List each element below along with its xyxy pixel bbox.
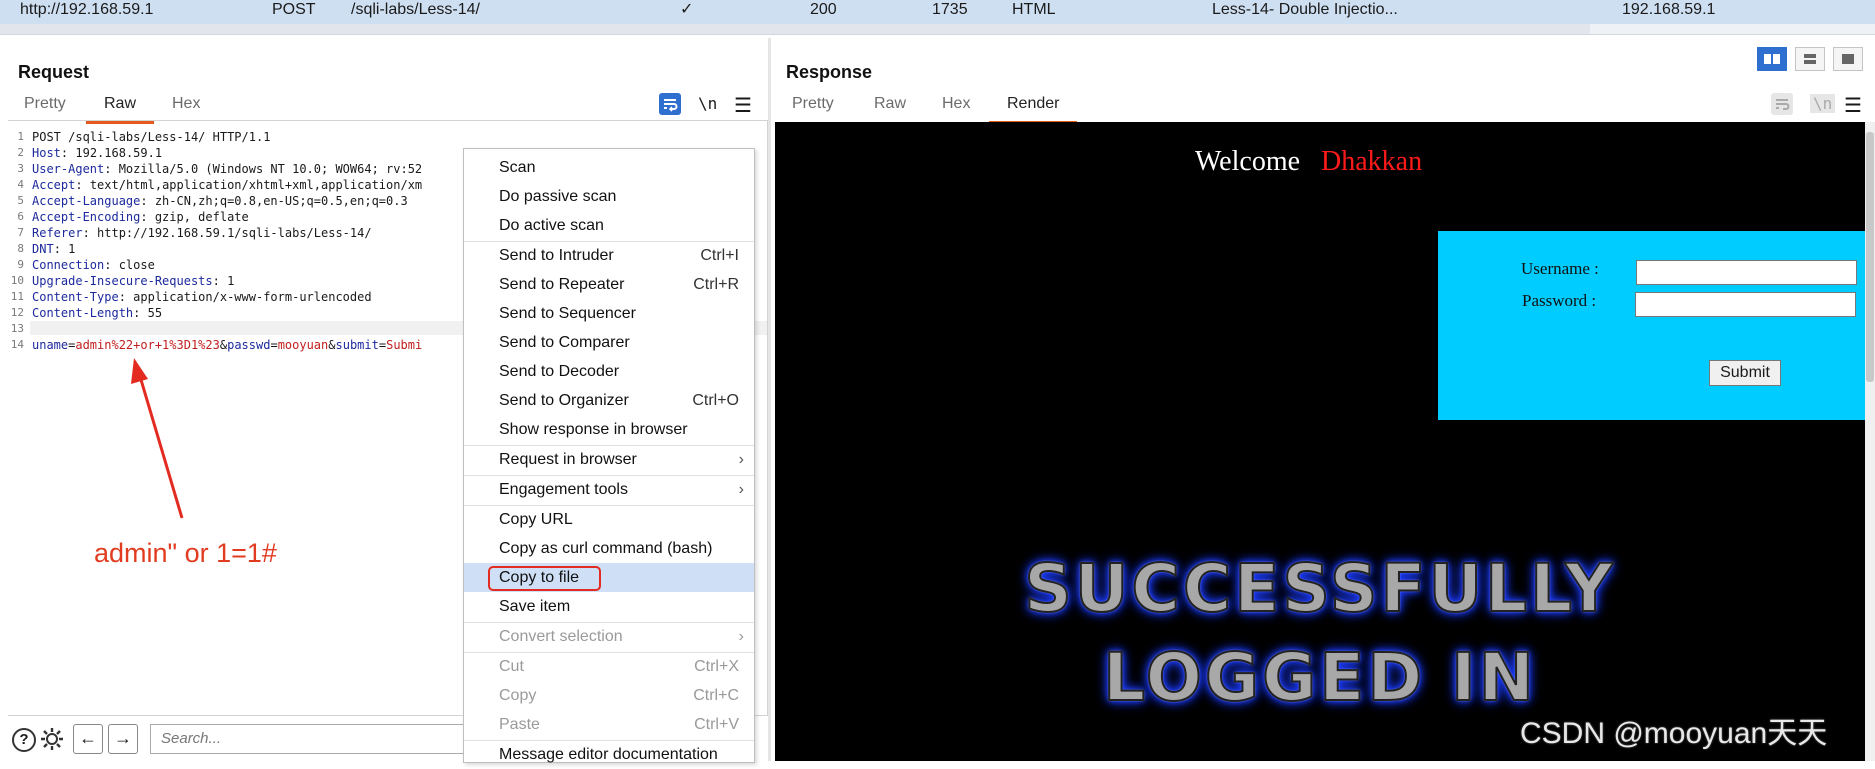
history-params-check: ✓	[680, 1, 694, 18]
username-label: Username :	[1521, 259, 1599, 278]
response-scrollbar-thumb[interactable]	[1866, 132, 1874, 382]
menu-item-label: Copy as curl command (bash)	[499, 540, 713, 557]
menu-item-cut[interactable]: Cut Ctrl+X	[464, 652, 754, 681]
menu-item-do-passive-scan[interactable]: Do passive scan	[464, 182, 754, 211]
password-field[interactable]	[1635, 292, 1856, 317]
menu-item-label: Do passive scan	[499, 188, 617, 205]
forward-icon[interactable]: →	[108, 724, 138, 754]
menu-icon[interactable]: ☰	[1844, 93, 1862, 118]
chevron-right-icon: ›	[738, 481, 744, 498]
back-icon[interactable]: ←	[73, 724, 103, 754]
response-title: Response	[786, 62, 873, 82]
menu-item-send-to-decoder[interactable]: Send to Decoder	[464, 357, 754, 386]
menu-item-label: Copy URL	[499, 511, 573, 528]
menu-item-label: Do active scan	[499, 217, 604, 234]
menu-item-label: Engagement tools	[499, 481, 628, 498]
welcome-heading: Welcome Dhakkan	[1195, 146, 1422, 178]
panel-divider[interactable]	[768, 38, 771, 761]
menu-item-label: Send to Decoder	[499, 363, 620, 380]
menu-item-send-to-intruder[interactable]: Send to Intruder Ctrl+I	[464, 241, 754, 270]
menu-item-engagement-tools[interactable]: Engagement tools ›	[464, 475, 754, 504]
menu-item-label: Send to Comparer	[499, 334, 630, 351]
history-status: 200	[810, 1, 837, 18]
menu-item-send-to-repeater[interactable]: Send to Repeater Ctrl+R	[464, 270, 754, 299]
menu-item-label: Send to Organizer	[499, 392, 629, 409]
menu-item-label: Request in browser	[499, 451, 637, 468]
menu-item-label: Send to Intruder	[499, 247, 614, 264]
menu-item-shortcut: Ctrl+I	[700, 247, 739, 264]
menu-item-shortcut: Ctrl+C	[693, 687, 739, 704]
menu-item-show-response-in-browser[interactable]: Show response in browser	[464, 415, 754, 444]
menu-item-label: Copy	[499, 687, 537, 704]
search-input[interactable]: Search...	[150, 724, 468, 754]
success-line-2: LOGGED IN	[1102, 638, 1537, 717]
menu-item-copy-to-file[interactable]: Copy to file	[464, 563, 754, 592]
menu-item-label: Send to Sequencer	[499, 305, 636, 322]
login-form: Username : Password : Submit	[1438, 231, 1865, 420]
tab-response-pretty[interactable]: Pretty	[792, 95, 834, 113]
welcome-user: Dhakkan	[1321, 146, 1423, 177]
annotation-arrow	[131, 358, 184, 519]
menu-item-label: Cut	[499, 658, 524, 675]
menu-item-label: Paste	[499, 716, 540, 733]
menu-item-paste[interactable]: Paste Ctrl+V	[464, 710, 754, 739]
menu-item-send-to-comparer[interactable]: Send to Comparer	[464, 328, 754, 357]
menu-item-label: Show response in browser	[499, 421, 688, 438]
menu-item-shortcut: Ctrl+X	[694, 658, 739, 675]
menu-item-copy-as-curl-command-bash[interactable]: Copy as curl command (bash)	[464, 534, 754, 563]
password-label: Password :	[1522, 291, 1597, 310]
annotation-text: admin" or 1=1#	[94, 538, 277, 568]
menu-item-copy-url[interactable]: Copy URL	[464, 505, 754, 534]
menu-item-message-editor-documentation[interactable]: Message editor documentation	[464, 740, 754, 769]
split-vertical-icon[interactable]	[1795, 47, 1825, 71]
menu-item-label: Scan	[499, 159, 536, 176]
menu-item-do-active-scan[interactable]: Do active scan	[464, 211, 754, 240]
wrap-lines-icon[interactable]	[659, 93, 681, 115]
tab-response-raw[interactable]: Raw	[874, 95, 906, 113]
newline-toggle-icon[interactable]: \n	[1810, 94, 1836, 113]
history-length: 1735	[932, 1, 968, 18]
help-icon[interactable]: ?	[12, 728, 36, 752]
split-horizontal-icon[interactable]	[1757, 47, 1787, 71]
context-menu: Scan Do passive scan Do active scan Send to…	[463, 148, 755, 763]
submit-button[interactable]: Submit	[1709, 360, 1781, 386]
history-mime: HTML	[1012, 1, 1056, 18]
menu-item-scan[interactable]: Scan	[464, 153, 754, 182]
gear-icon[interactable]	[38, 725, 66, 753]
success-line-1: SUCCESSFULLY	[1023, 549, 1616, 628]
menu-item-shortcut: Ctrl+O	[692, 392, 739, 409]
menu-item-save-item[interactable]: Save item	[464, 592, 754, 621]
menu-item-shortcut: Ctrl+V	[694, 716, 739, 733]
menu-item-copy[interactable]: Copy Ctrl+C	[464, 681, 754, 710]
menu-item-send-to-sequencer[interactable]: Send to Sequencer	[464, 299, 754, 328]
menu-item-label: Convert selection	[499, 628, 623, 645]
wrap-lines-icon[interactable]	[1771, 93, 1793, 115]
history-ip: 192.168.59.1	[1622, 1, 1716, 18]
chevron-right-icon: ›	[738, 451, 744, 468]
menu-item-label: Send to Repeater	[499, 276, 625, 293]
username-field[interactable]	[1636, 260, 1857, 285]
menu-icon[interactable]: ☰	[734, 93, 752, 118]
tab-response-hex[interactable]: Hex	[942, 95, 970, 113]
watermark: CSDN @mooyuan天天	[1520, 717, 1828, 750]
single-tab-icon[interactable]	[1833, 47, 1863, 71]
response-tabs: Pretty Raw Hex Render	[792, 95, 1112, 125]
history-title: Less-14- Double Injectio...	[1212, 1, 1398, 18]
highlight-annotation-box	[488, 566, 601, 591]
menu-item-send-to-organizer[interactable]: Send to Organizer Ctrl+O	[464, 386, 754, 415]
welcome-text: Welcome	[1195, 146, 1301, 177]
chevron-right-icon: ›	[738, 628, 744, 645]
tab-response-render[interactable]: Render	[988, 95, 1079, 124]
menu-item-shortcut: Ctrl+R	[693, 276, 739, 293]
menu-item-request-in-browser[interactable]: Request in browser ›	[464, 445, 754, 474]
menu-item-label: Save item	[499, 598, 571, 615]
menu-item-convert-selection[interactable]: Convert selection ›	[464, 622, 754, 651]
response-scrollbar[interactable]	[1865, 122, 1875, 761]
newline-toggle-icon[interactable]: \n	[698, 94, 717, 113]
menu-item-label: Message editor documentation	[499, 746, 718, 763]
response-render: Welcome Dhakkan Username : Password : Su…	[775, 122, 1865, 761]
